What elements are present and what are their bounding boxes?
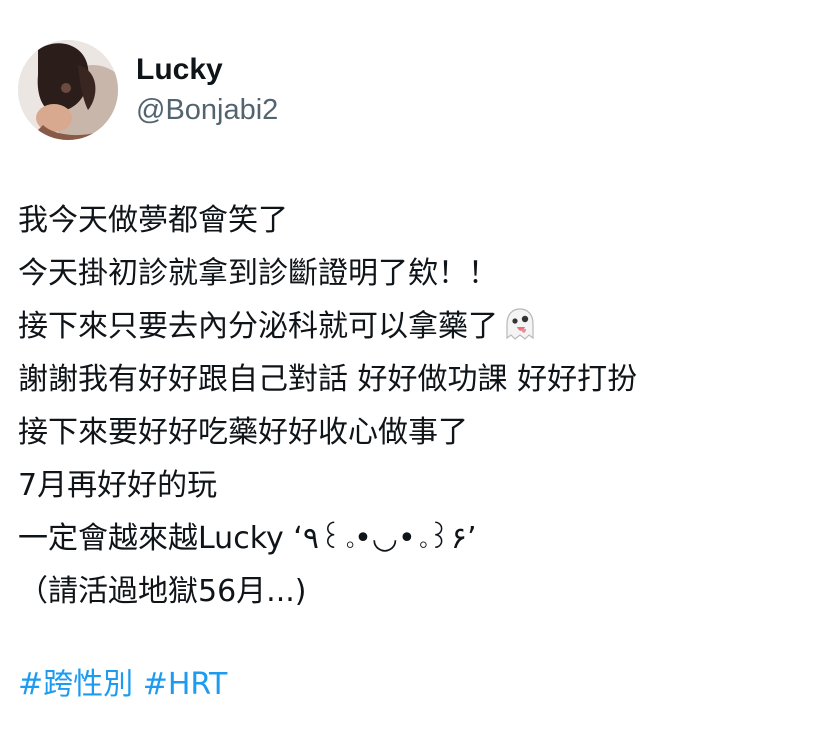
tweet-line-with-emoji: 接下來只要去內分泌科就可以拿藥了 bbox=[18, 300, 818, 353]
tweet-line: 今天掛初診就拿到診斷證明了欸！！ bbox=[18, 256, 498, 291]
hashtag-row: #跨性別 #HRT bbox=[18, 658, 227, 711]
hashtag-link[interactable]: #跨性別 bbox=[18, 667, 133, 702]
tweet-line: 我今天做夢都會笑了 bbox=[18, 203, 288, 238]
tweet-line: 一定會越來越Lucky ‘٩꒰｡•◡•｡꒱۶’ bbox=[18, 521, 477, 556]
hashtag-link[interactable]: #HRT bbox=[143, 667, 228, 702]
ghost-emoji-icon bbox=[502, 306, 538, 359]
tweet-header: Lucky @Bonjabi2 bbox=[18, 40, 278, 140]
tweet-text: 我今天做夢都會笑了 今天掛初診就拿到診斷證明了欸！！ 接下來只要去內分泌科就可以… bbox=[18, 194, 818, 618]
avatar[interactable] bbox=[18, 40, 118, 140]
user-avatar-photo-icon bbox=[18, 40, 118, 140]
tweet-line: （請活過地獄56月...) bbox=[18, 574, 307, 609]
display-name[interactable]: Lucky bbox=[136, 52, 278, 88]
user-handle[interactable]: @Bonjabi2 bbox=[136, 92, 278, 128]
tweet-line: 7月再好好的玩 bbox=[18, 468, 218, 503]
tweet-line: 接下來只要去內分泌科就可以拿藥了 bbox=[18, 309, 498, 344]
user-info: Lucky @Bonjabi2 bbox=[136, 52, 278, 128]
tweet-line: 謝謝我有好好跟自己對話 好好做功課 好好打扮 bbox=[18, 362, 638, 397]
tweet-line: 接下來要好好吃藥好好收心做事了 bbox=[18, 415, 468, 450]
